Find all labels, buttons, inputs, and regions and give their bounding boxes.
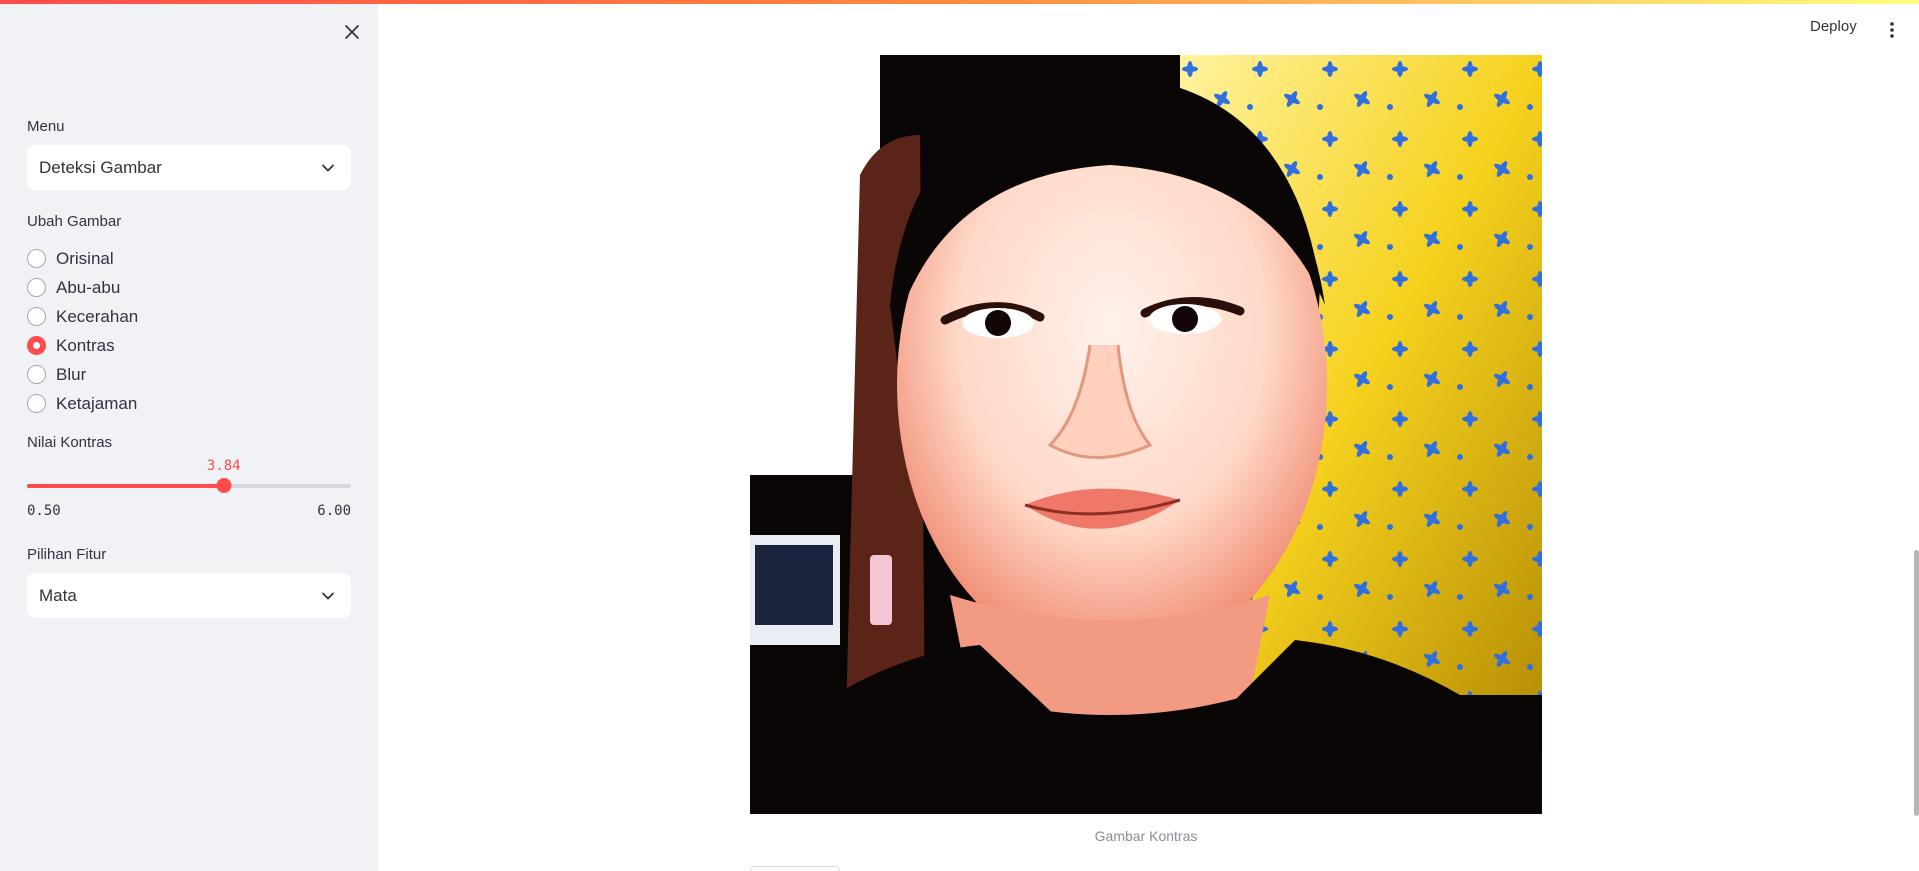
radio-option-orisinal[interactable]: Orisinal <box>27 244 138 273</box>
radio-option-blur[interactable]: Blur <box>27 360 138 389</box>
slider-track[interactable] <box>27 484 351 488</box>
radio-label: Abu-abu <box>56 277 121 297</box>
radio-option-kecerahan[interactable]: Kecerahan <box>27 302 138 331</box>
radio-label: Kontras <box>56 335 115 355</box>
close-sidebar-button[interactable] <box>340 20 364 44</box>
partial-button[interactable] <box>750 866 840 871</box>
nilai-kontras-label: Nilai Kontras <box>27 434 113 451</box>
radio-label: Orisinal <box>56 248 114 268</box>
main-menu-button[interactable] <box>1886 18 1898 42</box>
deploy-button[interactable]: Deploy <box>1810 18 1857 35</box>
radio-button-selected[interactable] <box>27 336 46 355</box>
radio-label: Ketajaman <box>56 393 138 413</box>
radio-button[interactable] <box>27 307 46 326</box>
menu-select-value: Deteksi Gambar <box>39 157 162 177</box>
ubah-gambar-label: Ubah Gambar <box>27 213 122 230</box>
slider-current-value: 3.84 <box>206 458 241 474</box>
radio-option-kontras[interactable]: Kontras <box>27 331 138 360</box>
pilihan-fitur-select[interactable]: Mata <box>27 573 351 618</box>
image-caption: Gambar Kontras <box>1094 828 1198 844</box>
radio-button[interactable] <box>27 394 46 413</box>
radio-button[interactable] <box>27 365 46 384</box>
pilihan-fitur-label: Pilihan Fitur <box>27 546 107 563</box>
chevron-down-icon <box>319 587 337 605</box>
radio-button[interactable] <box>27 278 46 297</box>
menu-select[interactable]: Deteksi Gambar <box>27 145 351 190</box>
ubah-gambar-radio-group: Orisinal Abu-abu Kecerahan Kontras Blur … <box>27 244 138 418</box>
radio-label: Blur <box>56 364 87 384</box>
radio-option-abu-abu[interactable]: Abu-abu <box>27 273 138 302</box>
close-icon <box>345 25 359 39</box>
radio-label: Kecerahan <box>56 306 139 326</box>
processed-image <box>750 55 1542 814</box>
chevron-down-icon <box>319 159 337 177</box>
slider-max-label: 6.00 <box>317 503 351 519</box>
sidebar: Menu Deteksi Gambar Ubah Gambar Orisinal… <box>0 0 378 871</box>
slider-min-label: 0.50 <box>27 503 61 519</box>
radio-button[interactable] <box>27 249 46 268</box>
radio-option-ketajaman[interactable]: Ketajaman <box>27 389 138 418</box>
scrollbar[interactable] <box>1914 550 1919 816</box>
slider-thumb[interactable] <box>216 478 232 493</box>
slider-fill <box>27 484 224 488</box>
top-decoration-bar <box>0 0 1919 4</box>
more-vertical-icon <box>1890 22 1894 38</box>
pilihan-fitur-select-value: Mata <box>39 585 77 605</box>
portrait-photo <box>750 55 1542 814</box>
menu-label: Menu <box>27 118 65 135</box>
